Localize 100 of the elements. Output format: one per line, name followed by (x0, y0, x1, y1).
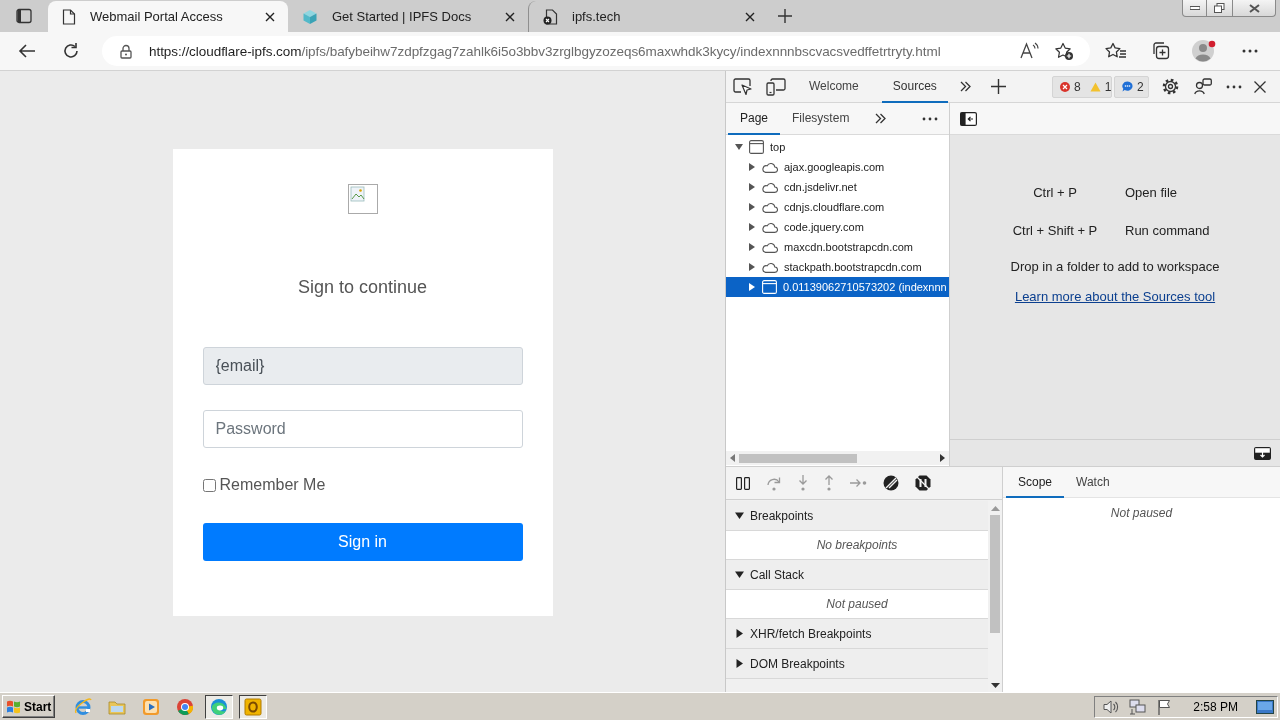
tree-item[interactable]: ajax.googleapis.com (726, 157, 949, 177)
swirl-logo-icon (210, 697, 228, 716)
cloud-icon (762, 181, 778, 193)
settings-icon[interactable] (1162, 78, 1179, 95)
taskbar-app-button[interactable] (239, 694, 267, 719)
more-icon[interactable] (1226, 84, 1242, 89)
remember-checkbox[interactable] (202, 478, 216, 492)
disclosure-triangle-icon[interactable] (735, 659, 744, 668)
checkbox-label[interactable]: Remember Me (219, 476, 326, 494)
tree-item[interactable]: maxcdn.bootstrapcdn.com (726, 237, 949, 257)
speaker-icon[interactable] (1103, 698, 1120, 715)
disclosure-triangle-icon[interactable] (735, 629, 744, 638)
taskbar-app-button[interactable] (205, 694, 233, 719)
start-button[interactable]: Start (2, 695, 55, 718)
broken-image-icon (347, 184, 378, 214)
shortcut-keys: Ctrl + Shift + P (995, 221, 1115, 241)
add-favorite-icon[interactable] (1054, 41, 1074, 61)
more-icon[interactable] (922, 116, 938, 121)
tab-actions-icon[interactable] (16, 8, 32, 24)
tree-item[interactable]: cdnjs.cloudflare.com (726, 197, 949, 217)
address-bar[interactable]: https://cloudflare-ipfs.com/ipfs/bafybeihw7zdpfzgag7zahlk6i5o3bbv3zrglbgyzozeqs6maxwhdk3kycy/indexnnnbscvacsvedffetrtryty.html (102, 36, 1090, 66)
scroll-left-arrow-icon[interactable] (730, 454, 735, 462)
message-count: 2 (1137, 79, 1144, 94)
tree-item[interactable]: stackpath.bootstrapcdn.com (726, 257, 949, 277)
scroll-right-arrow-icon[interactable] (940, 454, 945, 462)
close-icon[interactable] (265, 11, 275, 22)
double-chevron-icon[interactable] (875, 113, 887, 124)
new-tab-plus-icon[interactable] (778, 9, 792, 23)
navigator-tab[interactable]: Page (728, 103, 781, 135)
empty-message: Not paused (826, 597, 888, 611)
shortcut-action: Open file (1125, 184, 1179, 202)
disclosure-triangle-icon[interactable] (748, 223, 756, 231)
disclosure-triangle-icon[interactable] (748, 183, 756, 191)
sign-in-button[interactable]: Sign in (202, 523, 523, 561)
double-chevron-icon[interactable] (959, 81, 971, 92)
collections-icon[interactable] (1150, 41, 1170, 61)
sidebar-tab[interactable]: Watch (1064, 467, 1122, 498)
scroll-down-arrow-icon[interactable] (990, 683, 1000, 688)
navigator-tab[interactable]: Filesystem (780, 103, 862, 135)
messages-counter[interactable]: 2 (1114, 75, 1149, 98)
cloud-icon (762, 221, 778, 233)
avatar-icon[interactable] (1192, 39, 1218, 63)
browser-tab[interactable]: Webmail Portal Access (48, 1, 288, 32)
close-icon[interactable] (745, 11, 755, 22)
clock[interactable]: 2:58 PM (1193, 699, 1238, 714)
scrollbar-thumb[interactable] (990, 515, 1000, 633)
cube-icon (302, 8, 318, 25)
minimize-icon (1189, 6, 1200, 10)
shortcut-keys: Ctrl + P (995, 183, 1115, 203)
pause-icon[interactable] (736, 476, 750, 490)
drawer-toggle-icon[interactable] (1254, 446, 1271, 460)
flag-icon[interactable] (1157, 698, 1172, 715)
disclosure-triangle-icon[interactable] (748, 243, 756, 251)
browser-tab[interactable]: Get Started | IPFS Docs (288, 1, 528, 32)
refresh-icon[interactable] (62, 42, 80, 60)
octagon-pause-icon[interactable] (915, 475, 931, 491)
warning-count: 1 (1104, 79, 1112, 94)
disclosure-triangle-icon[interactable] (748, 203, 756, 211)
more-icon[interactable] (1242, 49, 1258, 53)
horizontal-scrollbar[interactable] (726, 451, 949, 465)
disclosure-triangle-icon[interactable] (748, 263, 756, 271)
desktop-icon[interactable] (1256, 699, 1274, 714)
sidebar-toggle-icon[interactable] (960, 111, 977, 126)
password-field[interactable]: Password (202, 410, 523, 448)
devtools-tab[interactable]: Welcome (798, 71, 870, 103)
person-chat-icon[interactable] (1194, 78, 1212, 95)
close-window-button[interactable] (1233, 0, 1276, 17)
window-icon (749, 140, 764, 154)
inspect-icon[interactable] (733, 77, 753, 96)
disclosure-triangle-icon[interactable] (735, 511, 744, 520)
read-aloud-icon[interactable] (1020, 42, 1040, 60)
circle-logo-icon (176, 697, 194, 716)
tree-item[interactable]: cdn.jsdelivr.net (726, 177, 949, 197)
disclosure-triangle-icon[interactable] (748, 163, 756, 171)
flag-logo-icon (6, 699, 22, 714)
close-icon[interactable] (505, 11, 515, 22)
url-text: https://cloudflare-ipfs.com/ipfs/bafybeihw7zdpfzgag7zahlk6i5o3bbv3zrglbgyzozeqs6maxwhdk3kycy/indexnnnbscvacsvedffetrtryty.html (149, 43, 942, 59)
restore-button[interactable] (1207, 0, 1233, 17)
scrollbar-thumb[interactable] (739, 453, 857, 463)
device-icon[interactable] (766, 77, 786, 96)
shortcut-action: Run command (1125, 222, 1211, 240)
tree-item[interactable]: 0.01139062710573202 (indexnnn (726, 277, 949, 297)
learn-more-link[interactable]: Learn more about the Sources tool (1014, 287, 1216, 307)
empty-message: No breakpoints (816, 538, 898, 552)
network-icon[interactable] (1129, 698, 1148, 715)
disclosure-triangle-icon[interactable] (735, 570, 744, 579)
tree-item[interactable]: code.jquery.com (726, 217, 949, 237)
issues-counter[interactable]: 8 1 (1052, 75, 1112, 98)
tree-item[interactable]: top (726, 137, 949, 157)
close-icon (1248, 3, 1260, 13)
cloud-icon (762, 261, 778, 273)
favorites-icon[interactable] (1105, 42, 1127, 60)
sidebar-tab[interactable]: Scope (1006, 467, 1065, 498)
back-icon[interactable] (18, 43, 36, 59)
plus-icon[interactable] (990, 79, 1006, 94)
slashed-breakpoint-icon[interactable] (883, 475, 899, 491)
close-icon[interactable] (1254, 80, 1266, 93)
disclosure-triangle-icon[interactable] (735, 143, 743, 151)
document-error-icon (543, 8, 558, 25)
minimize-button[interactable] (1182, 0, 1207, 17)
